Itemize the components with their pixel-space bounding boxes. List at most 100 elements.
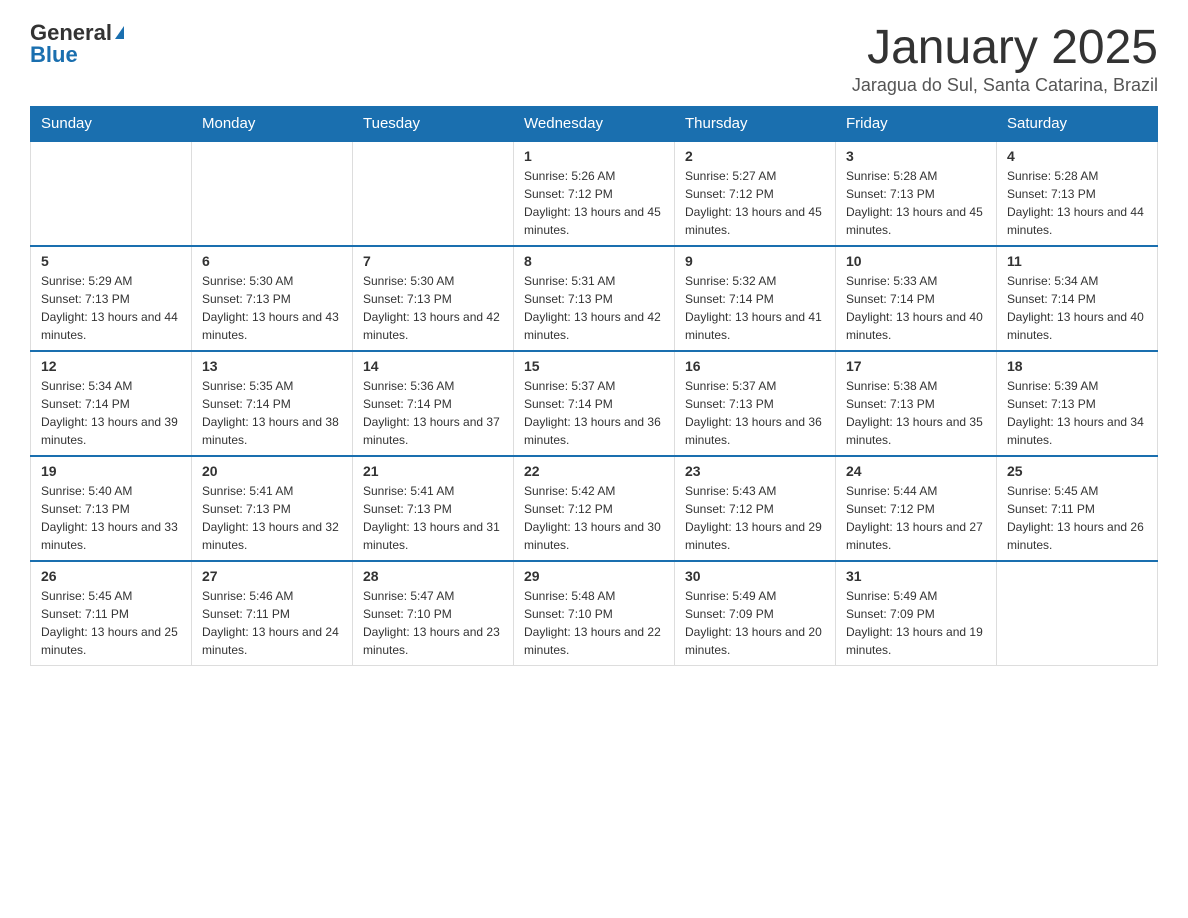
calendar-week-row: 19 Sunrise: 5:40 AM Sunset: 7:13 PM Dayli… xyxy=(31,456,1158,561)
day-info: Sunrise: 5:30 AM Sunset: 7:13 PM Dayligh… xyxy=(363,272,503,344)
day-number: 6 xyxy=(202,253,342,269)
day-number: 11 xyxy=(1007,253,1147,269)
page-header: General Blue January 2025 Jaragua do Sul… xyxy=(30,20,1158,96)
day-info: Sunrise: 5:41 AM Sunset: 7:13 PM Dayligh… xyxy=(202,482,342,554)
logo: General Blue xyxy=(30,20,124,68)
calendar-cell: 11 Sunrise: 5:34 AM Sunset: 7:14 PM Dayli… xyxy=(997,246,1158,351)
title-block: January 2025 Jaragua do Sul, Santa Catar… xyxy=(852,20,1158,96)
day-info: Sunrise: 5:49 AM Sunset: 7:09 PM Dayligh… xyxy=(846,587,986,659)
day-info: Sunrise: 5:27 AM Sunset: 7:12 PM Dayligh… xyxy=(685,167,825,239)
day-number: 23 xyxy=(685,463,825,479)
calendar-week-row: 5Sunrise: 5:29 AM Sunset: 7:13 PM Daylig… xyxy=(31,246,1158,351)
day-info: Sunrise: 5:34 AM Sunset: 7:14 PM Dayligh… xyxy=(1007,272,1147,344)
calendar-cell xyxy=(997,561,1158,666)
day-number: 29 xyxy=(524,568,664,584)
day-number: 25 xyxy=(1007,463,1147,479)
day-info: Sunrise: 5:46 AM Sunset: 7:11 PM Dayligh… xyxy=(202,587,342,659)
calendar-week-row: 12Sunrise: 5:34 AM Sunset: 7:14 PM Dayli… xyxy=(31,351,1158,456)
day-number: 8 xyxy=(524,253,664,269)
day-number: 21 xyxy=(363,463,503,479)
calendar-header-row: SundayMondayTuesdayWednesdayThursdayFrid… xyxy=(31,107,1158,142)
day-info: Sunrise: 5:28 AM Sunset: 7:13 PM Dayligh… xyxy=(846,167,986,239)
calendar-table: SundayMondayTuesdayWednesdayThursdayFrid… xyxy=(30,106,1158,666)
day-number: 28 xyxy=(363,568,503,584)
calendar-cell: 22Sunrise: 5:42 AM Sunset: 7:12 PM Dayli… xyxy=(514,456,675,561)
day-info: Sunrise: 5:47 AM Sunset: 7:10 PM Dayligh… xyxy=(363,587,503,659)
calendar-cell: 30Sunrise: 5:49 AM Sunset: 7:09 PM Dayli… xyxy=(675,561,836,666)
calendar-subtitle: Jaragua do Sul, Santa Catarina, Brazil xyxy=(852,75,1158,96)
calendar-cell: 13Sunrise: 5:35 AM Sunset: 7:14 PM Dayli… xyxy=(192,351,353,456)
day-number: 27 xyxy=(202,568,342,584)
header-wednesday: Wednesday xyxy=(514,107,675,142)
calendar-cell: 6Sunrise: 5:30 AM Sunset: 7:13 PM Daylig… xyxy=(192,246,353,351)
calendar-cell: 17 Sunrise: 5:38 AM Sunset: 7:13 PM Dayli… xyxy=(836,351,997,456)
day-number: 4 xyxy=(1007,148,1147,164)
calendar-cell: 8 Sunrise: 5:31 AM Sunset: 7:13 PM Daylig… xyxy=(514,246,675,351)
calendar-cell: 21 Sunrise: 5:41 AM Sunset: 7:13 PM Dayli… xyxy=(353,456,514,561)
day-number: 17 xyxy=(846,358,986,374)
day-info: Sunrise: 5:44 AM Sunset: 7:12 PM Dayligh… xyxy=(846,482,986,554)
header-thursday: Thursday xyxy=(675,107,836,142)
header-monday: Monday xyxy=(192,107,353,142)
calendar-cell: 25 Sunrise: 5:45 AM Sunset: 7:11 PM Dayli… xyxy=(997,456,1158,561)
day-info: Sunrise: 5:37 AM Sunset: 7:13 PM Dayligh… xyxy=(685,377,825,449)
day-number: 30 xyxy=(685,568,825,584)
day-number: 14 xyxy=(363,358,503,374)
day-info: Sunrise: 5:42 AM Sunset: 7:12 PM Dayligh… xyxy=(524,482,664,554)
day-info: Sunrise: 5:28 AM Sunset: 7:13 PM Dayligh… xyxy=(1007,167,1147,239)
calendar-week-row: 26 Sunrise: 5:45 AM Sunset: 7:11 PM Dayli… xyxy=(31,561,1158,666)
calendar-cell: 9 Sunrise: 5:32 AM Sunset: 7:14 PM Daylig… xyxy=(675,246,836,351)
day-info: Sunrise: 5:40 AM Sunset: 7:13 PM Dayligh… xyxy=(41,482,181,554)
day-info: Sunrise: 5:33 AM Sunset: 7:14 PM Dayligh… xyxy=(846,272,986,344)
day-number: 24 xyxy=(846,463,986,479)
logo-triangle-icon xyxy=(115,26,124,39)
calendar-cell: 1 Sunrise: 5:26 AM Sunset: 7:12 PM Daylig… xyxy=(514,141,675,246)
calendar-week-row: 1 Sunrise: 5:26 AM Sunset: 7:12 PM Daylig… xyxy=(31,141,1158,246)
calendar-cell: 27 Sunrise: 5:46 AM Sunset: 7:11 PM Dayli… xyxy=(192,561,353,666)
day-info: Sunrise: 5:45 AM Sunset: 7:11 PM Dayligh… xyxy=(1007,482,1147,554)
header-tuesday: Tuesday xyxy=(353,107,514,142)
calendar-cell: 29Sunrise: 5:48 AM Sunset: 7:10 PM Dayli… xyxy=(514,561,675,666)
header-saturday: Saturday xyxy=(997,107,1158,142)
day-number: 15 xyxy=(524,358,664,374)
day-number: 19 xyxy=(41,463,181,479)
calendar-cell xyxy=(192,141,353,246)
day-info: Sunrise: 5:26 AM Sunset: 7:12 PM Dayligh… xyxy=(524,167,664,239)
calendar-cell: 23Sunrise: 5:43 AM Sunset: 7:12 PM Dayli… xyxy=(675,456,836,561)
header-sunday: Sunday xyxy=(31,107,192,142)
calendar-cell xyxy=(353,141,514,246)
calendar-cell: 26 Sunrise: 5:45 AM Sunset: 7:11 PM Dayli… xyxy=(31,561,192,666)
calendar-cell: 10 Sunrise: 5:33 AM Sunset: 7:14 PM Dayli… xyxy=(836,246,997,351)
day-info: Sunrise: 5:32 AM Sunset: 7:14 PM Dayligh… xyxy=(685,272,825,344)
calendar-cell: 16Sunrise: 5:37 AM Sunset: 7:13 PM Dayli… xyxy=(675,351,836,456)
calendar-cell: 28 Sunrise: 5:47 AM Sunset: 7:10 PM Dayli… xyxy=(353,561,514,666)
calendar-cell: 3 Sunrise: 5:28 AM Sunset: 7:13 PM Daylig… xyxy=(836,141,997,246)
day-info: Sunrise: 5:29 AM Sunset: 7:13 PM Dayligh… xyxy=(41,272,181,344)
day-info: Sunrise: 5:36 AM Sunset: 7:14 PM Dayligh… xyxy=(363,377,503,449)
calendar-cell: 12Sunrise: 5:34 AM Sunset: 7:14 PM Dayli… xyxy=(31,351,192,456)
day-number: 31 xyxy=(846,568,986,584)
day-number: 10 xyxy=(846,253,986,269)
day-info: Sunrise: 5:31 AM Sunset: 7:13 PM Dayligh… xyxy=(524,272,664,344)
day-number: 1 xyxy=(524,148,664,164)
calendar-cell: 4 Sunrise: 5:28 AM Sunset: 7:13 PM Daylig… xyxy=(997,141,1158,246)
calendar-cell: 7 Sunrise: 5:30 AM Sunset: 7:13 PM Daylig… xyxy=(353,246,514,351)
day-number: 7 xyxy=(363,253,503,269)
calendar-cell: 20 Sunrise: 5:41 AM Sunset: 7:13 PM Dayli… xyxy=(192,456,353,561)
day-number: 20 xyxy=(202,463,342,479)
calendar-cell: 14 Sunrise: 5:36 AM Sunset: 7:14 PM Dayli… xyxy=(353,351,514,456)
logo-text-blue: Blue xyxy=(30,42,78,68)
day-number: 13 xyxy=(202,358,342,374)
day-number: 3 xyxy=(846,148,986,164)
calendar-cell: 24 Sunrise: 5:44 AM Sunset: 7:12 PM Dayli… xyxy=(836,456,997,561)
calendar-cell: 5Sunrise: 5:29 AM Sunset: 7:13 PM Daylig… xyxy=(31,246,192,351)
day-number: 9 xyxy=(685,253,825,269)
day-info: Sunrise: 5:41 AM Sunset: 7:13 PM Dayligh… xyxy=(363,482,503,554)
day-info: Sunrise: 5:38 AM Sunset: 7:13 PM Dayligh… xyxy=(846,377,986,449)
day-info: Sunrise: 5:45 AM Sunset: 7:11 PM Dayligh… xyxy=(41,587,181,659)
calendar-cell: 15Sunrise: 5:37 AM Sunset: 7:14 PM Dayli… xyxy=(514,351,675,456)
calendar-title: January 2025 xyxy=(852,20,1158,75)
header-friday: Friday xyxy=(836,107,997,142)
day-number: 26 xyxy=(41,568,181,584)
calendar-cell: 2Sunrise: 5:27 AM Sunset: 7:12 PM Daylig… xyxy=(675,141,836,246)
